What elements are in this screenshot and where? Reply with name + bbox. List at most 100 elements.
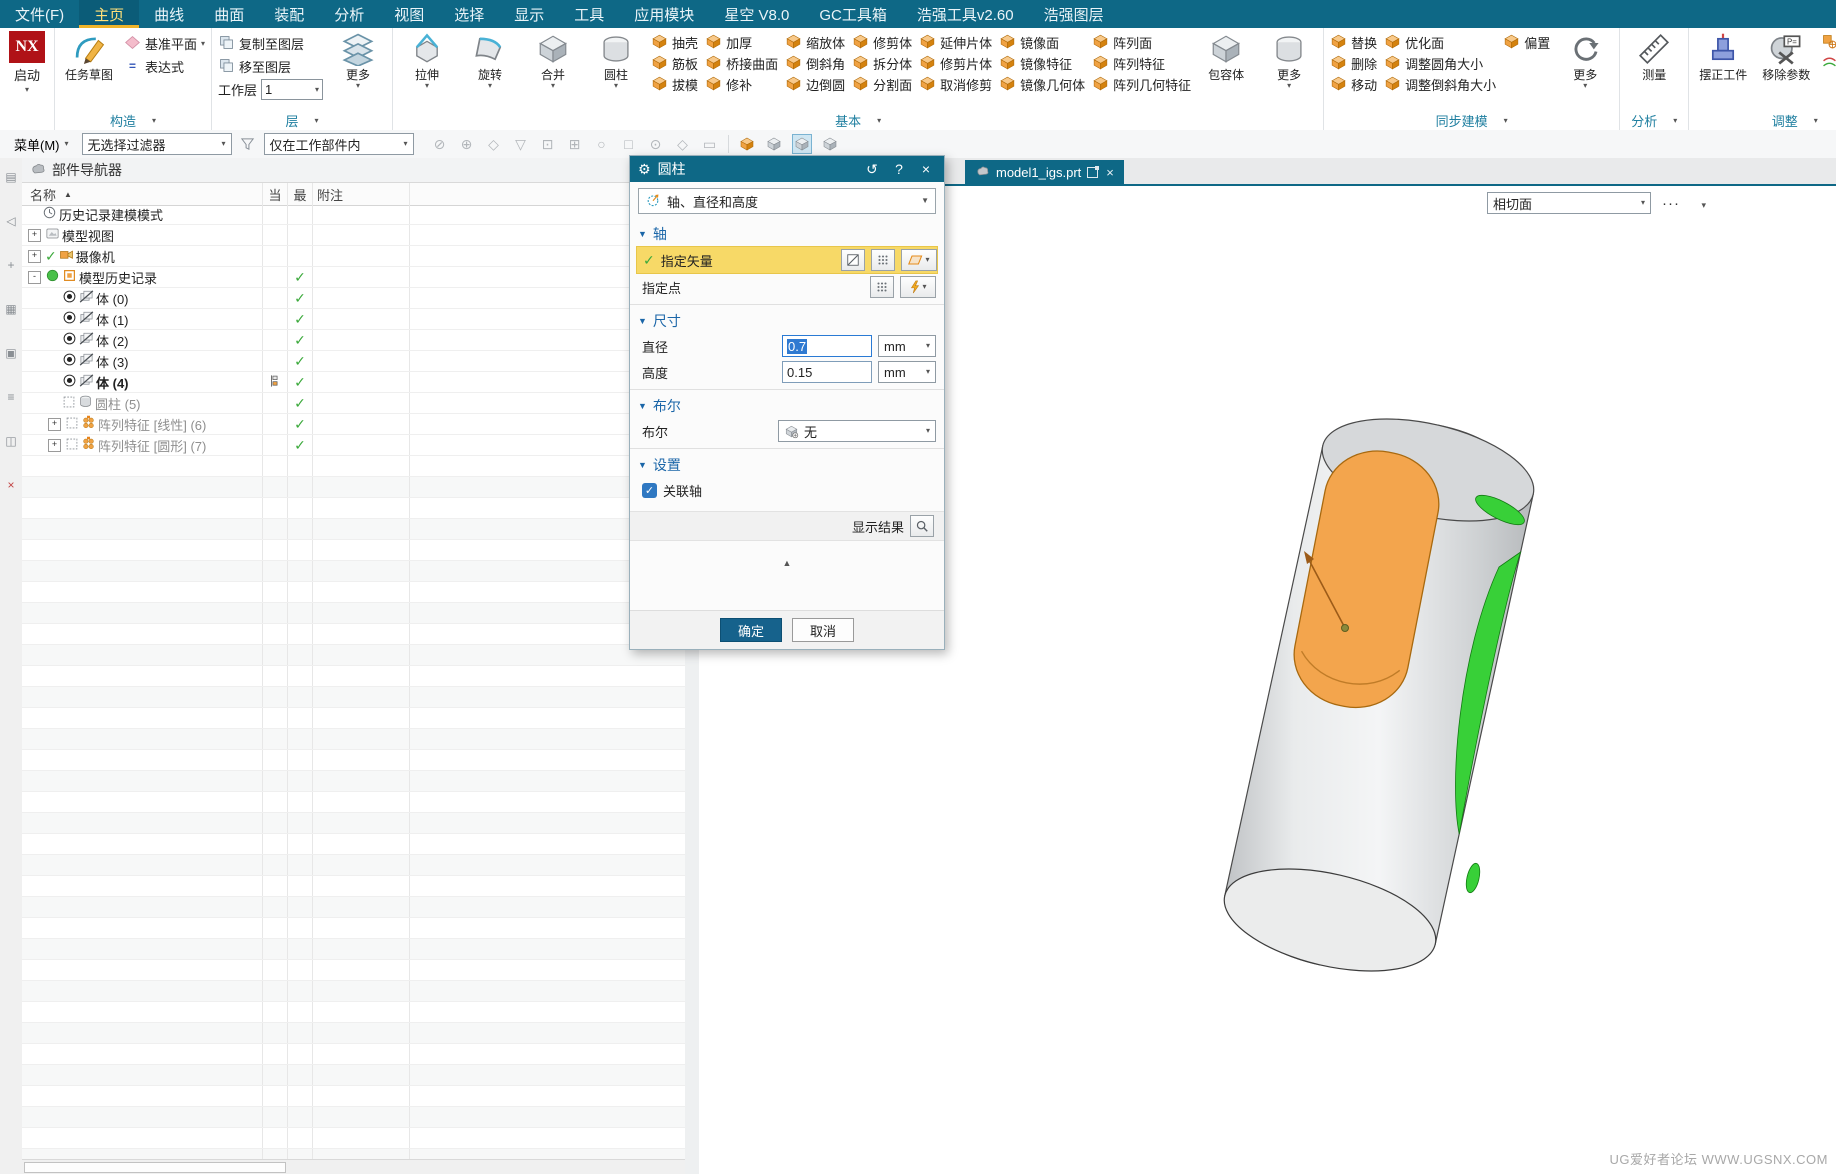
cancel-button[interactable]: 取消 [792,618,854,642]
menu-tab-[interactable]: 显示 [499,0,559,28]
tree-row-模型视图[interactable]: +模型视图 [22,225,685,246]
render-style-icon-3[interactable] [821,135,839,153]
hscrollbar-thumb[interactable] [24,1162,286,1173]
ribbon-button-检查区域[interactable]: 检查区域 [1818,53,1836,74]
point-snap-combo[interactable]: ▾ [900,276,936,298]
ribbon-button-旋转[interactable]: 旋转▾ [459,29,521,111]
ribbon-button-拆分体[interactable]: 拆分体 [849,53,915,74]
menu-tab-[interactable]: 工具 [559,0,619,28]
dialog-collapse-chevron[interactable]: ▲ [638,555,936,571]
restore-window-icon[interactable] [1087,167,1098,178]
ribbon-button-阵列面[interactable]: 阵列面 [1089,32,1155,53]
diameter-input[interactable]: 0.7 [782,335,872,357]
selection-tool-icon-1[interactable]: ⊕ [458,135,476,153]
selection-tool-icon-9[interactable]: ◇ [674,135,692,153]
tree-row-阵列特征 [圆形] (7)[interactable]: +阵列特征 [圆形] (7)✓ [22,435,685,456]
ribbon-button-工作层[interactable]: 工作层1▾ [215,79,326,100]
tree-row-圆柱 (5)[interactable]: 圆柱 (5)✓ [22,393,685,414]
expand-toggle[interactable]: + [48,439,61,452]
ribbon-button-镜像特征[interactable]: 镜像特征 [996,53,1075,74]
ribbon-button-合并[interactable]: 合并▾ [522,29,584,111]
tree-row-体 (2)[interactable]: 体 (2)✓ [22,330,685,351]
render-style-icon-2[interactable] [792,134,812,154]
specify-vector-row[interactable]: ✓ 指定矢量 ▾ [636,246,938,274]
ribbon-button-倒斜角[interactable]: 倒斜角 [782,53,848,74]
ribbon-button-包容体[interactable]: 包容体 [1195,29,1257,111]
ribbon-button-调整圆角大小[interactable]: 调整圆角大小 [1381,53,1486,74]
expand-toggle[interactable]: + [28,229,41,242]
tree-row-模型历史记录[interactable]: -模型历史记录✓ [22,267,685,288]
resource-bar-icon-3[interactable]: ▦ [5,302,16,316]
ribbon-button-镜像面[interactable]: 镜像面 [996,32,1062,53]
selection-tool-icon-10[interactable]: ▭ [701,135,719,153]
vector-type-combo[interactable]: ▾ [901,249,937,271]
vector-inferred-button[interactable] [871,249,895,271]
point-dialog-button[interactable] [870,276,894,298]
ribbon-button-更多[interactable]: 更多▾ [1554,29,1616,111]
ribbon-button-圆柱[interactable]: 圆柱▾ [585,29,647,111]
menu-tab-v80[interactable]: 星空 V8.0 [709,0,804,28]
column-latest[interactable]: 最 [288,183,313,205]
associative-axis-row[interactable]: ✓ 关联轴 [638,477,936,503]
column-current[interactable]: 当 [263,183,288,205]
menu-tab-f[interactable]: 文件(F) [0,0,79,28]
ribbon-button-更多[interactable]: 更多▾ [327,29,389,111]
render-style-icon-0[interactable] [738,135,756,153]
tree-row-体 (0)[interactable]: 体 (0)✓ [22,288,685,309]
show-result-button[interactable] [910,515,934,537]
vector-dialog-button[interactable] [841,249,865,271]
ribbon-button-修补[interactable]: 修补 [702,74,755,95]
ribbon-button-延伸片体[interactable]: 延伸片体 [916,32,995,53]
dialog-help-button[interactable]: ? [889,161,909,177]
expand-toggle[interactable]: - [28,271,41,284]
ribbon-button-替换[interactable]: 替换 [1327,32,1380,53]
ribbon-button-调整倒斜角大小[interactable]: 调整倒斜角大小 [1381,74,1499,95]
tree-row-阵列特征 [线性] (6)[interactable]: +阵列特征 [线性] (6)✓ [22,414,685,435]
ribbon-button-抽壳[interactable]: 抽壳 [648,32,701,53]
ribbon-button-任务草图[interactable]: 任务草图 [58,29,120,111]
selection-filter-combo[interactable]: 无选择过滤器▾ [82,133,232,155]
section-boolean-header[interactable]: ▼布尔 [638,394,936,418]
selection-tool-icon-3[interactable]: ▽ [512,135,530,153]
ribbon-button-阵列几何特征[interactable]: 阵列几何特征 [1089,74,1194,95]
tree-row-历史记录建模模式[interactable]: 历史记录建模模式 [22,204,685,225]
ribbon-button-拉伸[interactable]: 拉伸▾ [396,29,458,111]
ribbon-button-修剪体[interactable]: 修剪体 [849,32,915,53]
boolean-combo[interactable]: 无 ▾ [778,420,936,442]
ribbon-button-移除参数[interactable]: P=移除参数 [1755,29,1817,111]
selection-tool-icon-7[interactable]: □ [620,135,638,153]
ribbon-button-摆正工件[interactable]: 摆正工件 [1692,29,1754,111]
ribbon-button-偏置[interactable]: 偏置 [1500,32,1553,53]
resource-bar-icon-0[interactable]: ▤ [5,170,16,184]
cylinder-type-combo[interactable]: 轴、直径和高度▼ [638,188,936,214]
tree-row-体 (4)[interactable]: 体 (4)✓ [22,372,685,393]
section-axis-header[interactable]: ▼轴 [638,222,936,246]
axis-origin-point[interactable] [1342,625,1349,632]
navigator-hscrollbar[interactable] [22,1159,685,1174]
resource-bar-icon-7[interactable]: × [7,478,14,492]
selection-tool-icon-4[interactable]: ⊡ [539,135,557,153]
menu-tab-[interactable]: 应用模块 [619,0,709,28]
ribbon-button-桥接曲面[interactable]: 桥接曲面 [702,53,781,74]
height-unit-combo[interactable]: mm▾ [878,361,936,383]
resource-bar-icon-2[interactable]: + [7,258,14,272]
green-face-bottom[interactable] [1464,862,1482,894]
ribbon-button-筋板[interactable]: 筋板 [648,53,701,74]
tree-row-摄像机[interactable]: +✓摄像机 [22,246,685,267]
menu-tab-[interactable]: 分析 [319,0,379,28]
filter-reset-icon[interactable] [239,135,257,153]
associative-axis-checkbox[interactable]: ✓ [642,483,657,498]
ribbon-button-边倒圆[interactable]: 边倒圆 [782,74,848,95]
ribbon-button-修剪片体[interactable]: 修剪片体 [916,53,995,74]
selection-tool-icon-0[interactable]: ⊘ [431,135,449,153]
ribbon-button-阵列特征[interactable]: 阵列特征 [1089,53,1168,74]
menu-tab-[interactable]: 主页 [79,0,139,28]
dialog-close-button[interactable]: × [916,161,936,177]
ok-button[interactable]: 确定 [720,618,782,642]
selection-tool-icon-2[interactable]: ◇ [485,135,503,153]
height-input[interactable]: 0.15 [782,361,872,383]
resource-bar-icon-5[interactable]: ≡ [7,390,14,404]
diameter-unit-combo[interactable]: mm▾ [878,335,936,357]
menu-tab-v260[interactable]: 浩强工具v2.60 [902,0,1029,28]
close-part-icon[interactable]: × [1106,165,1114,180]
